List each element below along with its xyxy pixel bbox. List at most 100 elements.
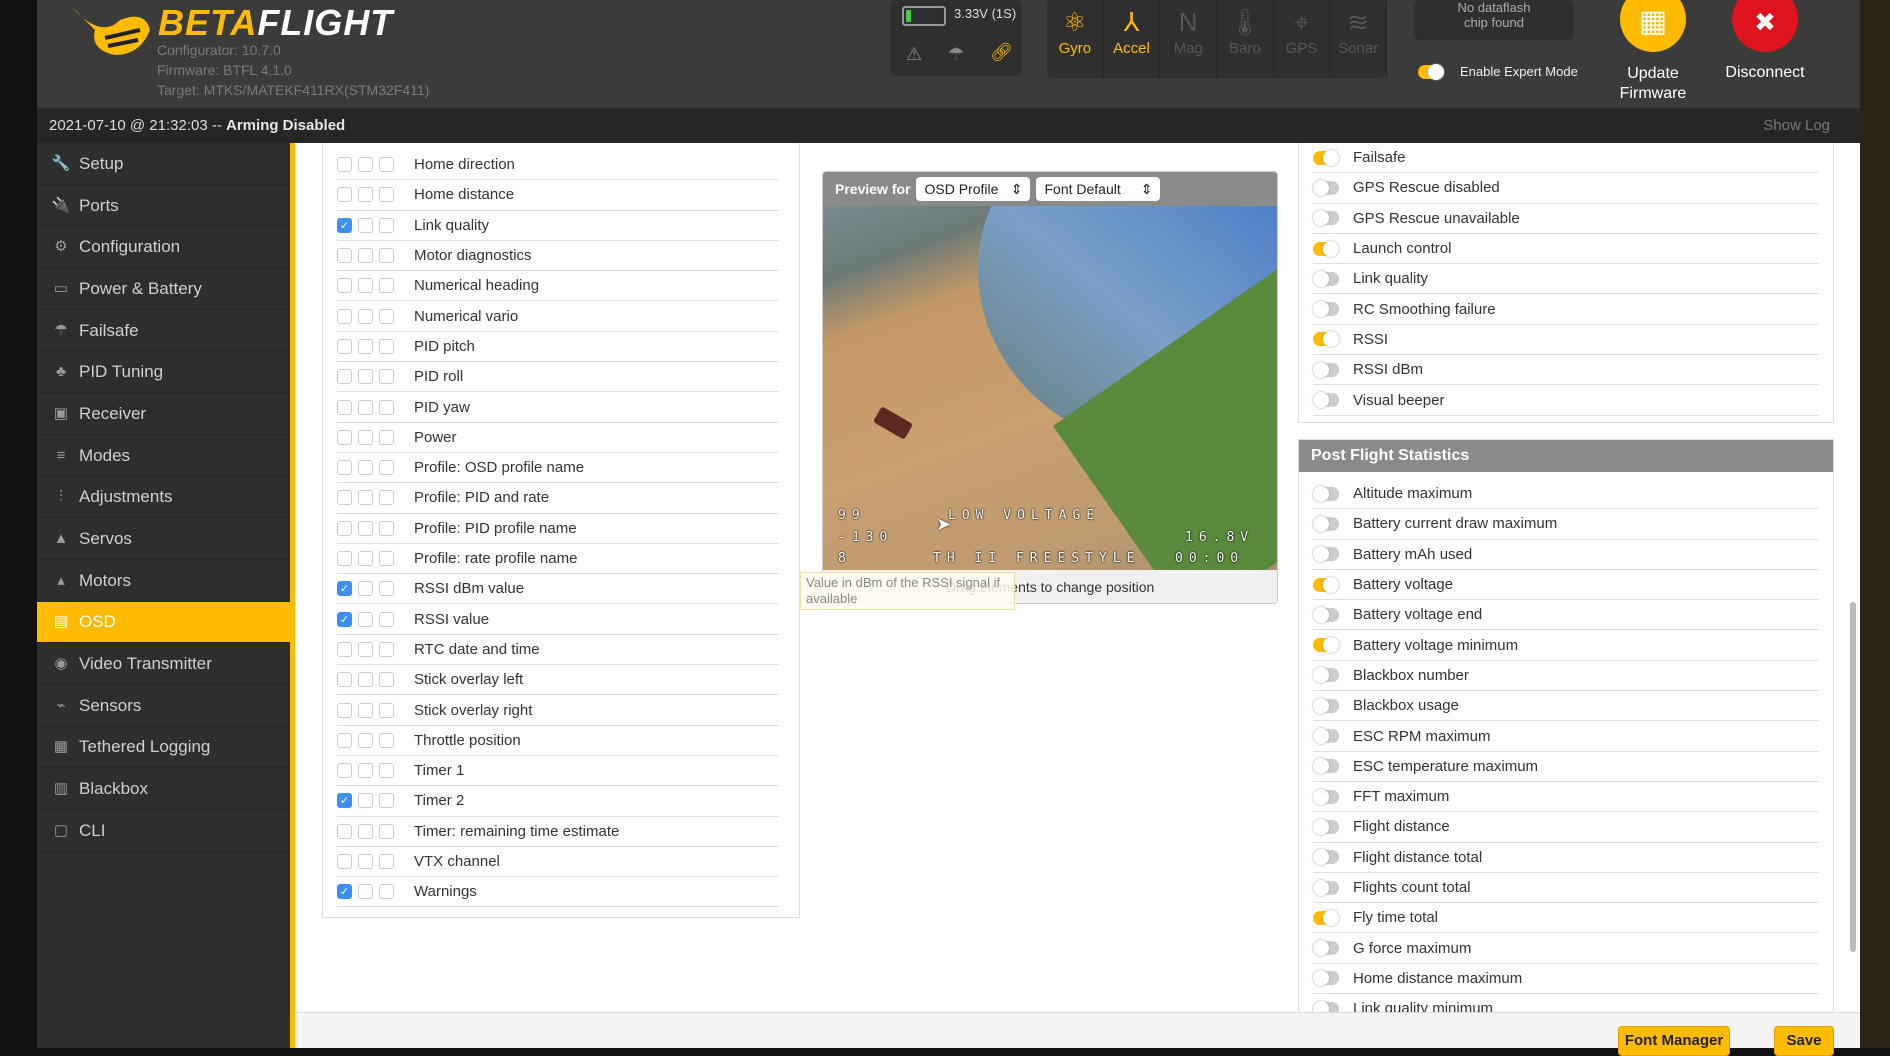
toggle-switch[interactable]: [1313, 970, 1339, 987]
toggle-switch[interactable]: [1313, 576, 1339, 593]
profile-2-checkbox[interactable]: [358, 793, 373, 809]
profile-2-checkbox[interactable]: [358, 399, 373, 415]
profile-1-checkbox[interactable]: [337, 763, 352, 779]
sidebar-item-ports[interactable]: 🔌 Ports: [37, 185, 290, 227]
profile-1-checkbox[interactable]: ✓: [337, 217, 352, 233]
profile-1-checkbox[interactable]: [337, 551, 352, 567]
profile-1-checkbox[interactable]: [337, 308, 352, 324]
profile-2-checkbox[interactable]: [358, 187, 373, 203]
profile-3-checkbox[interactable]: [379, 854, 394, 870]
update-firmware-label[interactable]: Update Firmware: [1600, 64, 1706, 104]
toggle-switch[interactable]: [1313, 788, 1339, 805]
profile-2-checkbox[interactable]: [358, 854, 373, 870]
toggle-switch[interactable]: [1313, 546, 1339, 563]
profile-1-checkbox[interactable]: [337, 854, 352, 870]
profile-2-checkbox[interactable]: [358, 490, 373, 506]
profile-3-checkbox[interactable]: [379, 763, 394, 779]
profile-1-checkbox[interactable]: ✓: [337, 581, 352, 597]
profile-1-checkbox[interactable]: [337, 369, 352, 385]
sidebar-item-motors[interactable]: ▴ Motors: [37, 560, 290, 602]
toggle-switch[interactable]: [1313, 818, 1339, 835]
profile-3-checkbox[interactable]: [379, 460, 394, 476]
profile-2-checkbox[interactable]: [358, 217, 373, 233]
profile-1-checkbox[interactable]: [337, 338, 352, 354]
toggle-switch[interactable]: [1313, 697, 1339, 714]
toggle-switch[interactable]: [1313, 270, 1339, 287]
profile-3-checkbox[interactable]: [379, 248, 394, 264]
profile-3-checkbox[interactable]: [379, 520, 394, 536]
sidebar-item-servos[interactable]: ▲ Servos: [37, 518, 290, 560]
profile-1-checkbox[interactable]: [337, 248, 352, 264]
toggle-switch[interactable]: [1313, 179, 1339, 196]
toggle-switch[interactable]: [1313, 849, 1339, 866]
profile-1-checkbox[interactable]: [337, 732, 352, 748]
profile-2-checkbox[interactable]: [358, 581, 373, 597]
profile-2-checkbox[interactable]: [358, 308, 373, 324]
sidebar-item-failsafe[interactable]: ☂ Failsafe: [37, 310, 290, 352]
profile-2-checkbox[interactable]: [358, 278, 373, 294]
profile-1-checkbox[interactable]: [337, 641, 352, 657]
profile-3-checkbox[interactable]: [379, 490, 394, 506]
profile-2-checkbox[interactable]: [358, 520, 373, 536]
osd-rssi[interactable]: 8: [838, 551, 852, 566]
profile-2-checkbox[interactable]: [358, 157, 373, 173]
profile-3-checkbox[interactable]: [379, 217, 394, 233]
show-log-link[interactable]: Show Log: [1763, 108, 1830, 143]
toggle-switch[interactable]: [1313, 940, 1339, 957]
toggle-switch[interactable]: [1313, 515, 1339, 532]
sidebar-item-osd[interactable]: ▤ OSD: [37, 601, 290, 644]
sidebar-item-video-transmitter[interactable]: ◉ Video Transmitter: [37, 643, 290, 685]
profile-2-checkbox[interactable]: [358, 338, 373, 354]
profile-2-checkbox[interactable]: [358, 884, 373, 900]
profile-2-checkbox[interactable]: [358, 369, 373, 385]
toggle-switch[interactable]: [1313, 637, 1339, 654]
profile-3-checkbox[interactable]: [379, 399, 394, 415]
profile-1-checkbox[interactable]: [337, 672, 352, 688]
profile-2-checkbox[interactable]: [358, 763, 373, 779]
disconnect-label[interactable]: Disconnect: [1712, 64, 1818, 82]
profile-3-checkbox[interactable]: [379, 308, 394, 324]
toggle-switch[interactable]: [1313, 210, 1339, 227]
osd-profile-select[interactable]: OSD Profile 1⇕: [916, 177, 1031, 221]
profile-1-checkbox[interactable]: [337, 429, 352, 445]
profile-3-checkbox[interactable]: [379, 672, 394, 688]
profile-1-checkbox[interactable]: [337, 520, 352, 536]
profile-1-checkbox[interactable]: [337, 157, 352, 173]
osd-rssi-dbm[interactable]: -130: [838, 530, 893, 545]
osd-link-quality[interactable]: 99: [838, 508, 866, 523]
sidebar-item-configuration[interactable]: ⚙ Configuration: [37, 226, 290, 269]
profile-3-checkbox[interactable]: [379, 732, 394, 748]
profile-3-checkbox[interactable]: [379, 278, 394, 294]
osd-timer[interactable]: 00:00: [1175, 551, 1244, 566]
profile-1-checkbox[interactable]: [337, 490, 352, 506]
osd-craft-name[interactable]: TH II FREESTYLE: [933, 551, 1140, 566]
sidebar-item-adjustments[interactable]: ⫶ Adjustments: [37, 477, 290, 519]
profile-2-checkbox[interactable]: [358, 611, 373, 627]
profile-1-checkbox[interactable]: [337, 460, 352, 476]
profile-3-checkbox[interactable]: [379, 884, 394, 900]
scrollbar[interactable]: [1850, 602, 1856, 952]
toggle-switch[interactable]: [1313, 667, 1339, 684]
sidebar-item-cli[interactable]: ▢ CLI: [37, 810, 290, 852]
profile-3-checkbox[interactable]: [379, 187, 394, 203]
profile-1-checkbox[interactable]: [337, 399, 352, 415]
sidebar-item-power-battery[interactable]: ▭ Power & Battery: [37, 268, 290, 310]
osd-voltage[interactable]: 16.8V: [1185, 530, 1254, 545]
toggle-switch[interactable]: [1313, 331, 1339, 348]
profile-3-checkbox[interactable]: [379, 551, 394, 567]
toggle-switch[interactable]: [1313, 301, 1339, 318]
font-manager-button[interactable]: Font Manager: [1618, 1026, 1730, 1056]
profile-2-checkbox[interactable]: [358, 641, 373, 657]
profile-1-checkbox[interactable]: [337, 702, 352, 718]
osd-preview-video[interactable]: 99 LOW VOLTAGE -130 16.8V 8 TH II FREEST…: [823, 206, 1277, 570]
profile-2-checkbox[interactable]: [358, 672, 373, 688]
profile-2-checkbox[interactable]: [358, 551, 373, 567]
profile-3-checkbox[interactable]: [379, 157, 394, 173]
toggle-switch[interactable]: [1418, 63, 1444, 80]
profile-1-checkbox[interactable]: ✓: [337, 793, 352, 809]
profile-3-checkbox[interactable]: [379, 369, 394, 385]
toggle-switch[interactable]: [1313, 879, 1339, 896]
profile-3-checkbox[interactable]: [379, 793, 394, 809]
sidebar-item-tethered-logging[interactable]: ▦ Tethered Logging: [37, 727, 290, 769]
sidebar-item-sensors[interactable]: ⌁ Sensors: [37, 685, 290, 727]
